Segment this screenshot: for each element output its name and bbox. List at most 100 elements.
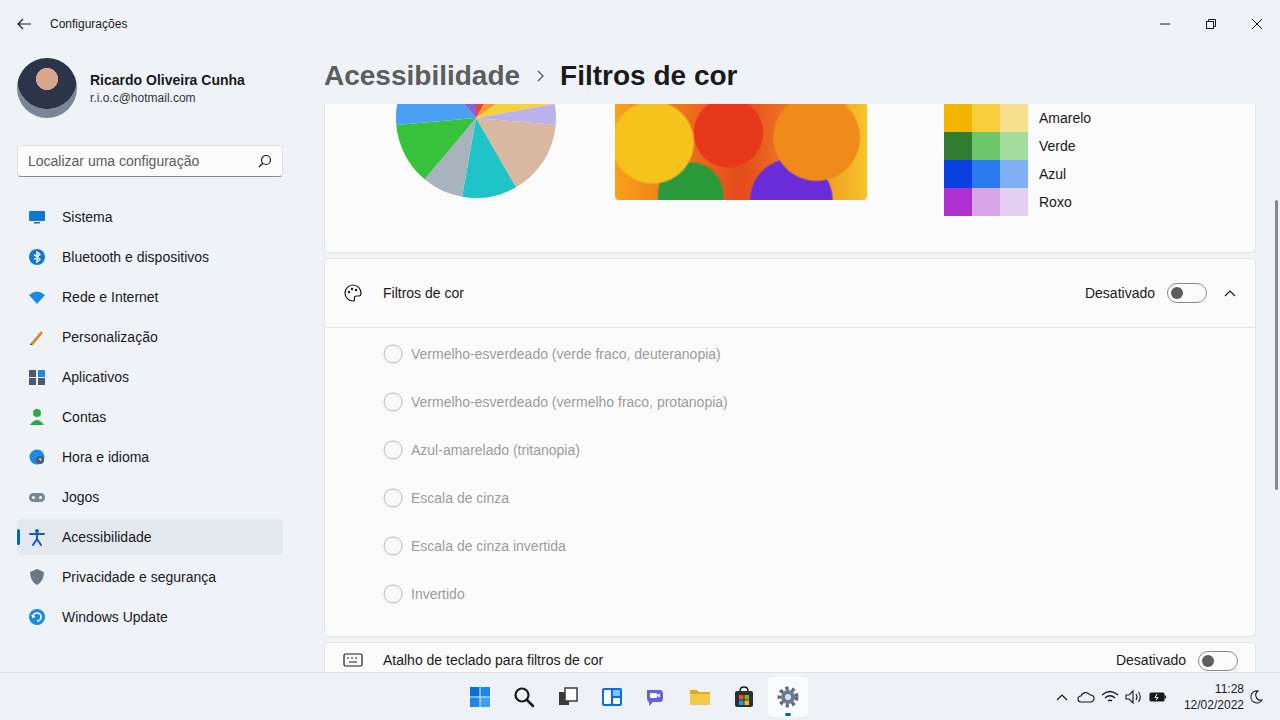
notifications[interactable] [1244,685,1268,709]
pie-slice [425,104,476,118]
cloud-icon [1077,691,1095,703]
wifi-icon [28,288,46,306]
radio-button[interactable] [383,488,403,508]
restore-icon [1206,19,1216,29]
sidebar: Ricardo Oliveira Cunhar.i.o.c@hotmail.co… [0,48,300,672]
taskbar-apps [460,677,808,717]
tray-overflow[interactable] [1050,685,1074,709]
expand-button[interactable] [1222,285,1238,301]
taskbar-button[interactable] [768,677,808,717]
scrollbar-thumb[interactable] [1275,200,1278,490]
pie-slice [396,118,476,179]
battery-icon [1149,690,1167,704]
pie-chart [395,104,557,200]
color-swatch [1000,132,1028,160]
taskbar-button[interactable] [460,677,500,717]
breadcrumb-item[interactable]: Acessibilidade [324,60,520,92]
network-status[interactable] [1098,685,1122,709]
filter-option[interactable]: Invertido [383,570,1255,618]
restore-button[interactable] [1188,8,1234,40]
filter-option[interactable]: Vermelho-esverdeado (vermelho fraco, pro… [383,378,1255,426]
breadcrumb-item: Filtros de cor [560,60,737,92]
sidebar-item[interactable]: Acessibilidade [17,519,283,555]
search-input[interactable] [28,153,258,169]
option-label: Escala de cinza invertida [411,538,566,554]
shortcut-card: Atalho de teclado para filtros de corDes… [324,642,1256,672]
taskbar-button[interactable] [548,677,588,717]
sidebar-item[interactable]: Sistema [17,199,283,235]
color-filters-card: Filtros de corDesativado Vermelho-esverde… [324,258,1256,637]
taskbar-button[interactable] [592,677,632,717]
color-swatch [972,160,1000,188]
taskbar-button[interactable] [504,677,544,717]
sidebar-item[interactable]: Windows Update [17,599,283,635]
accessibility-icon [28,528,46,546]
color-swatch [972,132,1000,160]
brush-icon [28,328,46,346]
onedrive[interactable] [1074,685,1098,709]
minimize-icon [1160,19,1170,29]
card-label: Atalho de teclado para filtros de cor [383,651,1116,669]
color-swatches: AmareloVerdeAzulRoxo [944,104,1091,216]
store-icon [732,685,756,709]
clock-date: 12/02/2022 [1184,697,1244,713]
color-filters-header[interactable]: Filtros de corDesativado [325,259,1255,327]
folder-icon [688,685,712,709]
sidebar-item[interactable]: Rede e Internet [17,279,283,315]
sidebar-item[interactable]: Aplicativos [17,359,283,395]
speaker-icon [1125,690,1143,704]
gear-icon [776,685,800,709]
system-tray: 11:2812/02/2022 [808,681,1280,713]
swatch-row: Amarelo [944,104,1091,132]
swatch-label: Azul [1039,166,1066,182]
sidebar-item[interactable]: Bluetooth e dispositivos [17,239,283,275]
filter-option[interactable]: Azul-amarelado (tritanopia) [383,426,1255,474]
taskbar-button[interactable] [636,677,676,717]
back-button[interactable] [14,14,34,34]
color-swatch [944,160,972,188]
moon-icon [1248,689,1264,705]
clock[interactable]: 11:2812/02/2022 [1184,681,1244,713]
sidebar-item[interactable]: Contas [17,399,283,435]
option-label: Vermelho-esverdeado (verde fraco, deuter… [411,346,721,362]
swatch-label: Amarelo [1039,110,1091,126]
color-swatch [1000,160,1028,188]
radio-button[interactable] [383,344,403,364]
card-label: Filtros de cor [383,284,1085,302]
volume[interactable] [1122,685,1146,709]
pie-slice [396,104,476,125]
taskbar-button[interactable] [724,677,764,717]
chevron-up-icon [1224,289,1236,297]
sidebar-item[interactable]: Privacidade e segurança [17,559,283,595]
battery[interactable] [1146,685,1170,709]
user-profile[interactable]: Ricardo Oliveira Cunhar.i.o.c@hotmail.co… [17,58,283,118]
settings-window: ConfiguraçõesRicardo Oliveira Cunhar.i.o… [0,0,1280,720]
chat-icon [644,685,668,709]
palette-icon [343,283,363,303]
close-button[interactable] [1234,8,1280,40]
toggle-switch[interactable] [1167,283,1207,303]
swatch-row: Verde [944,132,1091,160]
filter-option[interactable]: Escala de cinza invertida [383,522,1255,570]
nav-list: Sistema Bluetooth e dispositivos Rede e In… [17,199,283,635]
filter-option[interactable]: Escala de cinza [383,474,1255,522]
main-content: Acessibilidade Filtros de cor Amarelo Verde… [300,48,1280,672]
globe-clock-icon [28,448,46,466]
toggle-switch[interactable] [1198,651,1238,671]
radio-button[interactable] [383,392,403,412]
filter-options: Vermelho-esverdeado (verde fraco, deuter… [325,327,1255,636]
taskbar-button[interactable] [680,677,720,717]
radio-button[interactable] [383,584,403,604]
sidebar-item[interactable]: Personalização [17,319,283,355]
sidebar-item[interactable]: Jogos [17,479,283,515]
option-label: Azul-amarelado (tritanopia) [411,442,580,458]
sidebar-item[interactable]: Hora e idioma [17,439,283,475]
radio-button[interactable] [383,440,403,460]
radio-button[interactable] [383,536,403,556]
color-swatch [972,188,1000,216]
minimize-button[interactable] [1142,8,1188,40]
shortcut-header: Atalho de teclado para filtros de corDes… [325,643,1255,672]
filter-option[interactable]: Vermelho-esverdeado (verde fraco, deuter… [383,330,1255,378]
monitor-icon [28,208,46,226]
chevron-up-icon [1056,693,1068,701]
